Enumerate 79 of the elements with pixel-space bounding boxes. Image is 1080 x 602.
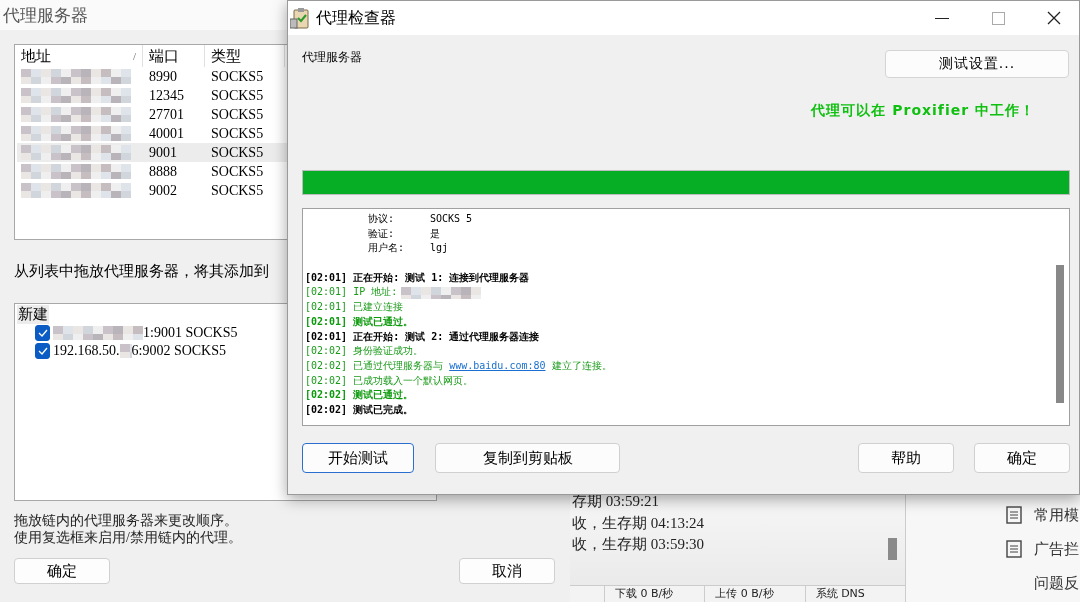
column-header[interactable]: 地址 / — [15, 45, 143, 67]
url-link[interactable]: www.baidu.com:80 — [449, 358, 546, 374]
proxy-row[interactable]: 12345 SOCKS5 — [17, 86, 311, 105]
proxy-row[interactable]: 9002 SOCKS5 — [17, 181, 311, 200]
port-cell: 9002 — [149, 182, 177, 198]
ok-button[interactable]: 确定 — [14, 558, 110, 584]
type-cell: SOCKS5 — [211, 144, 264, 160]
log-line: [02:02] 已成功载入一个默认网页。 — [305, 373, 474, 388]
log-line: [02:02] 身份验证成功。 — [305, 344, 424, 359]
hint-text: 拖放链内的代理服务器来更改顺序。 — [14, 512, 239, 529]
minimize-icon — [935, 17, 949, 19]
window-title: 代理检查器 — [316, 7, 397, 29]
log-line: [02:02] 测试已完成。 — [305, 402, 414, 417]
chain-name[interactable]: 新建 — [17, 305, 49, 324]
scrollbar-thumb[interactable] — [888, 538, 897, 560]
chain-address: 1:9001 SOCKS5 — [143, 325, 238, 341]
field-value: lgj — [430, 241, 449, 256]
port-cell: 12345 — [149, 87, 184, 103]
menu-item[interactable]: 问题反 — [1034, 573, 1079, 593]
document-icon — [1006, 506, 1022, 524]
log-line: 收，生存期 04:13:24 — [572, 514, 705, 531]
chain-address: 192.168.50. — [53, 343, 120, 359]
dialog-button[interactable]: 帮助 — [858, 443, 954, 473]
status-text: 下载 0 B/秒 — [615, 587, 674, 600]
checkbox[interactable] — [35, 343, 50, 359]
type-cell: SOCKS5 — [211, 68, 264, 84]
port-cell: 40001 — [149, 125, 184, 141]
mosaic-blur — [119, 344, 132, 358]
test-settings-button[interactable]: 测试设置... — [885, 50, 1069, 78]
scrollbar-thumb[interactable] — [1056, 265, 1064, 403]
menu-item[interactable]: 广告拦 — [1034, 539, 1079, 559]
type-cell: SOCKS5 — [211, 163, 264, 179]
field-value: 是 — [430, 226, 440, 241]
proxy-row[interactable]: 27701 SOCKS5 — [17, 105, 311, 124]
type-cell: SOCKS5 — [211, 106, 264, 122]
type-cell: SOCKS5 — [211, 182, 264, 198]
close-icon — [1047, 11, 1061, 25]
log-line: [02:01] 测试已通过。 — [305, 314, 414, 329]
dialog-button[interactable]: 开始测试 — [302, 443, 414, 473]
type-cell: SOCKS5 — [211, 125, 264, 141]
port-cell: 8888 — [149, 163, 177, 179]
document-icon — [1006, 540, 1022, 558]
cancel-button[interactable]: 取消 — [459, 558, 555, 584]
instruction-text: 从列表中拖放代理服务器，将其添加到 — [14, 262, 269, 281]
maximize-icon — [991, 11, 1005, 25]
proxy-row[interactable]: 40001 SOCKS5 — [17, 124, 311, 143]
log-line: [02:01] 正在开始: 测试 1: 连接到代理服务器 — [305, 270, 530, 285]
clipboard-check-icon — [290, 7, 310, 29]
log-line: [02:02] 测试已通过。 — [305, 388, 414, 403]
log-line: 建立了连接。 — [551, 358, 612, 373]
log-line: [02:01] 已建立连接 — [305, 300, 404, 315]
log-line: 收，生存期 03:59:30 — [572, 536, 705, 552]
proxy-row[interactable]: 8990 SOCKS5 — [17, 67, 311, 86]
status-text: 系统 DNS — [815, 587, 865, 600]
dialog-button[interactable]: 确定 — [974, 443, 1070, 473]
status-text: 上传 0 B/秒 — [715, 587, 774, 600]
window-title: 代理服务器 — [3, 3, 88, 27]
port-cell: 9001 — [149, 144, 177, 160]
log-line: [02:01] IP 地址: — [305, 285, 398, 300]
chain-address: 6:9002 SOCKS5 — [131, 343, 227, 359]
column-header[interactable]: 端口 — [143, 45, 205, 67]
proxy-row[interactable]: 8888 SOCKS5 — [17, 162, 311, 181]
result-message: 代理可以在 Proxifier 中工作！ — [811, 102, 1035, 120]
field-label: 用户名: — [368, 241, 406, 256]
log-line: [02:01] 正在开始: 测试 2: 通过代理服务器连接 — [305, 329, 540, 344]
section-label: 代理服务器 — [302, 49, 362, 66]
field-label: 协议: — [368, 212, 396, 226]
log-line: [02:02] 已通过代理服务器与 — [305, 358, 444, 373]
menu-item[interactable]: 常用模 — [1034, 505, 1079, 525]
dialog-button[interactable]: 复制到剪贴板 — [435, 443, 620, 473]
hint-text: 使用复选框来启用/禁用链内的代理。 — [14, 529, 243, 546]
checkbox[interactable] — [35, 325, 50, 341]
field-label: 验证: — [368, 226, 396, 241]
type-cell: SOCKS5 — [211, 87, 264, 103]
field-value: SOCKS 5 — [430, 212, 473, 226]
column-header[interactable]: 类型 — [205, 45, 285, 67]
log-line: 存期 03:59:21 — [572, 493, 660, 509]
port-cell: 8990 — [149, 68, 177, 84]
port-cell: 27701 — [149, 106, 184, 122]
